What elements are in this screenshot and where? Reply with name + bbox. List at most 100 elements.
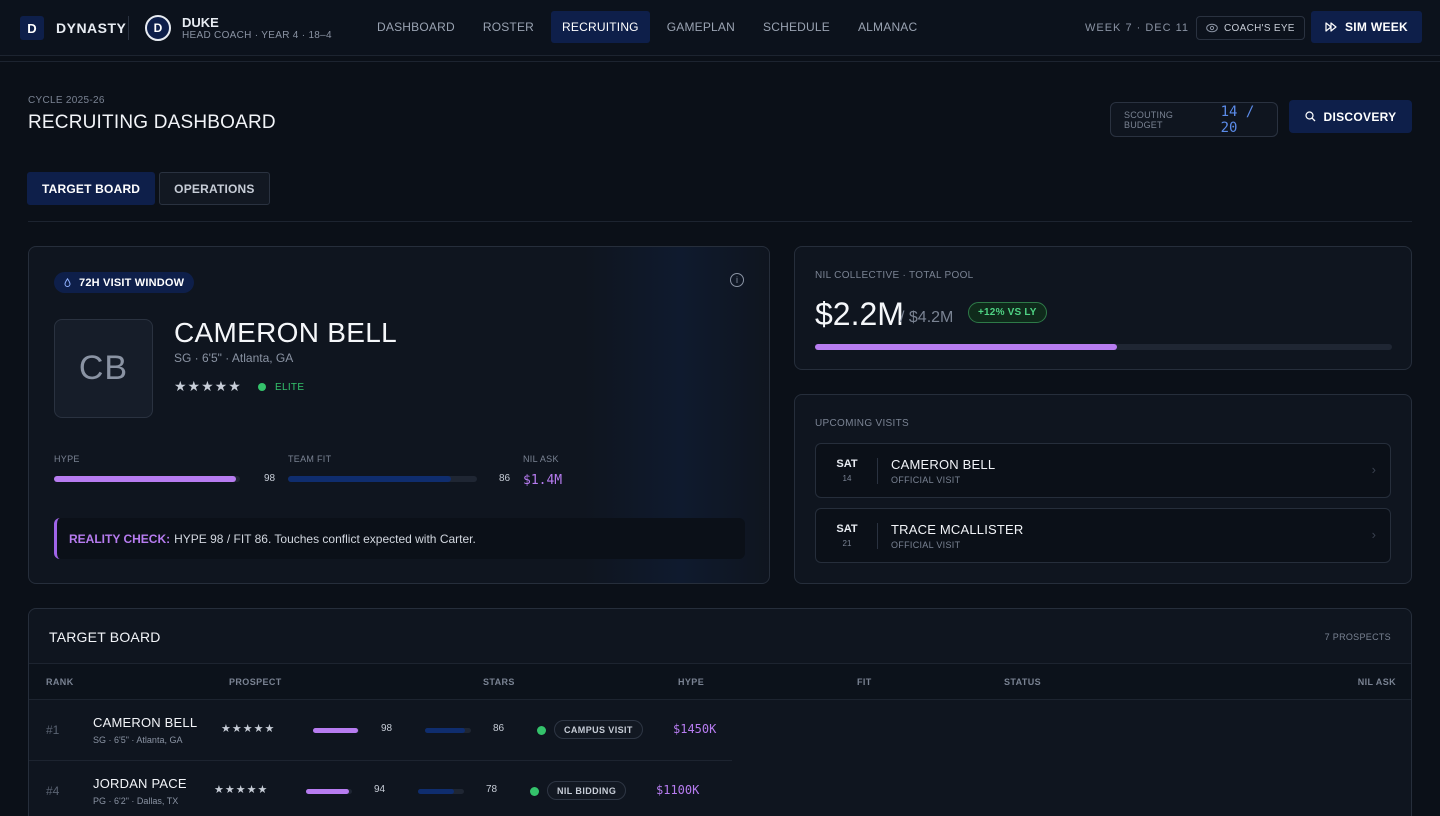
team-name: DUKE [182,15,219,30]
hype-label: HYPE [54,454,80,464]
visit-day: SAT [836,523,858,535]
app-name: DYNASTY [56,20,127,36]
visit-day: SAT [836,458,858,470]
budget-value: 14 / 20 [1220,103,1255,136]
nil-progress [815,344,1392,350]
discovery-label: DISCOVERY [1323,109,1397,124]
row-hype-value: 94 [374,784,386,795]
tab-operations[interactable]: OPERATIONS [159,172,270,205]
fit-value: 86 [499,473,511,484]
nil-collective-card: NIL COLLECTIVE · TOTAL POOL $2.2M / $4.2… [794,246,1412,370]
tab-bar: TARGET BOARD OPERATIONS [27,172,270,205]
discovery-button[interactable]: DISCOVERY [1289,100,1412,133]
visit-window-badge: 72H VISIT WINDOW [54,272,195,293]
row-rank: #4 [46,784,60,798]
visit-item[interactable]: SAT 14 CAMERON BELL OFFICIAL VISIT › [815,443,1391,498]
visits-label: UPCOMING VISITS [815,418,909,429]
visit-item[interactable]: SAT 21 TRACE MCALLISTER OFFICIAL VISIT › [815,508,1391,563]
column-header-status[interactable]: STATUS [1004,677,1041,687]
reality-check-label: REALITY CHECK: [69,531,171,546]
main-nav: DASHBOARD ROSTER RECRUITING GAMEPLAN SCH… [366,11,928,43]
nav-dashboard[interactable]: DASHBOARD [366,11,466,43]
row-fit-bar [425,728,471,733]
app-logo[interactable]: D [20,16,44,40]
nav-gameplan[interactable]: GAMEPLAN [656,11,746,43]
cycle-label: CYCLE 2025-26 [28,95,105,106]
nil-value: $2.2M [815,296,904,332]
divider [0,61,1440,62]
fit-bar-fill [288,476,451,482]
row-hype-fill [306,789,350,794]
nil-change-badge: +12% VS LY [968,302,1047,323]
status-dot [537,726,546,735]
budget-label: SCOUTING BUDGET [1124,109,1174,130]
upcoming-visits-card: UPCOMING VISITS SAT 14 CAMERON BELL OFFI… [794,394,1412,584]
tab-target-board[interactable]: TARGET BOARD [27,172,156,205]
nav-schedule[interactable]: SCHEDULE [752,11,841,43]
table-row[interactable]: #4 JORDAN PACE PG · 6'2" · Dallas, TX ★★… [29,761,732,816]
search-icon [1304,111,1315,122]
week-indicator: WEEK 7 · DEC 11 [1085,22,1190,34]
page-title: RECRUITING DASHBOARD [28,112,276,133]
nil-label: NIL COLLECTIVE · TOTAL POOL [815,270,974,281]
row-nil-ask: $1100K [656,783,700,797]
prospect-name: CAMERON BELL [174,317,397,348]
table-header: RANK PROSPECT STARS HYPE FIT STATUS NIL … [29,664,1411,700]
nav-almanac[interactable]: ALMANAC [847,11,928,43]
nil-ask-value: $1.4M [523,473,563,488]
column-header-fit[interactable]: FIT [857,677,872,687]
row-hype-value: 98 [381,723,393,734]
divider [877,458,878,484]
nav-recruiting[interactable]: RECRUITING [551,11,650,43]
row-stars: ★★★★★ [214,784,269,796]
table-row[interactable]: #1 CAMERON BELL SG · 6'5" · Atlanta, GA … [29,700,732,761]
row-hype-bar [313,728,359,733]
featured-prospect-card[interactable]: 72H VISIT WINDOW i CB CAMERON BELL SG · … [28,246,770,584]
nav-roster[interactable]: ROSTER [472,11,545,43]
prospect-count: 7 PROSPECTS [1324,632,1391,642]
coach-eye-button[interactable]: COACH'S EYE [1196,16,1305,40]
info-icon[interactable]: i [730,273,744,287]
reality-check: REALITY CHECK: HYPE 98 / FIT 86. Touches… [54,518,745,559]
row-fit-value: 78 [486,784,498,795]
reality-check-text: HYPE 98 / FIT 86. Touches conflict expec… [174,531,476,546]
top-bar: D DYNASTY D DUKE HEAD COACH · YEAR 4 · 1… [0,0,1440,56]
sim-week-button[interactable]: SIM WEEK [1311,11,1422,43]
status-badge: CAMPUS VISIT [554,720,643,739]
row-meta: PG · 6'2" · Dallas, TX [93,796,179,806]
row-fit-fill [418,789,454,794]
row-hype-fill [313,728,359,733]
column-header-hype[interactable]: HYPE [678,677,704,687]
divider [877,523,878,549]
tier-label: ELITE [275,382,305,393]
row-fit-value: 86 [493,723,505,734]
fast-forward-icon [1325,22,1337,32]
row-name: JORDAN PACE [93,776,187,791]
team-logo: D [145,15,171,41]
row-hype-bar [306,789,352,794]
row-fit-fill [425,728,465,733]
target-board-table: TARGET BOARD 7 PROSPECTS RANK PROSPECT S… [28,608,1412,816]
eye-icon [1206,23,1218,33]
status-dot [530,787,539,796]
column-header-rank[interactable]: RANK [46,677,74,687]
row-name: CAMERON BELL [93,715,198,730]
scouting-budget: SCOUTING BUDGET 14 / 20 [1110,102,1278,137]
visit-prospect: TRACE MCALLISTER [891,522,1024,537]
board-title: TARGET BOARD [49,629,161,645]
prospect-meta: SG · 6'5" · Atlanta, GA [174,351,294,365]
row-nil-ask: $1450K [673,722,717,736]
row-fit-bar [418,789,464,794]
nil-ask-label: NIL ASK [523,454,559,464]
nil-progress-fill [815,344,1118,350]
team-subtitle: HEAD COACH · YEAR 4 · 18–4 [182,30,332,41]
column-header-nil-ask[interactable]: NIL ASK [1358,677,1396,687]
column-header-stars[interactable]: STARS [483,677,515,687]
visit-date: 21 [842,539,852,548]
column-header-prospect[interactable]: PROSPECT [229,677,282,687]
star-rating: ★★★★★ [174,378,242,394]
visit-window-label: 72H VISIT WINDOW [79,276,185,289]
visit-type: OFFICIAL VISIT [891,475,961,485]
sim-week-label: SIM WEEK [1344,20,1409,34]
status-badge: NIL BIDDING [547,781,627,800]
